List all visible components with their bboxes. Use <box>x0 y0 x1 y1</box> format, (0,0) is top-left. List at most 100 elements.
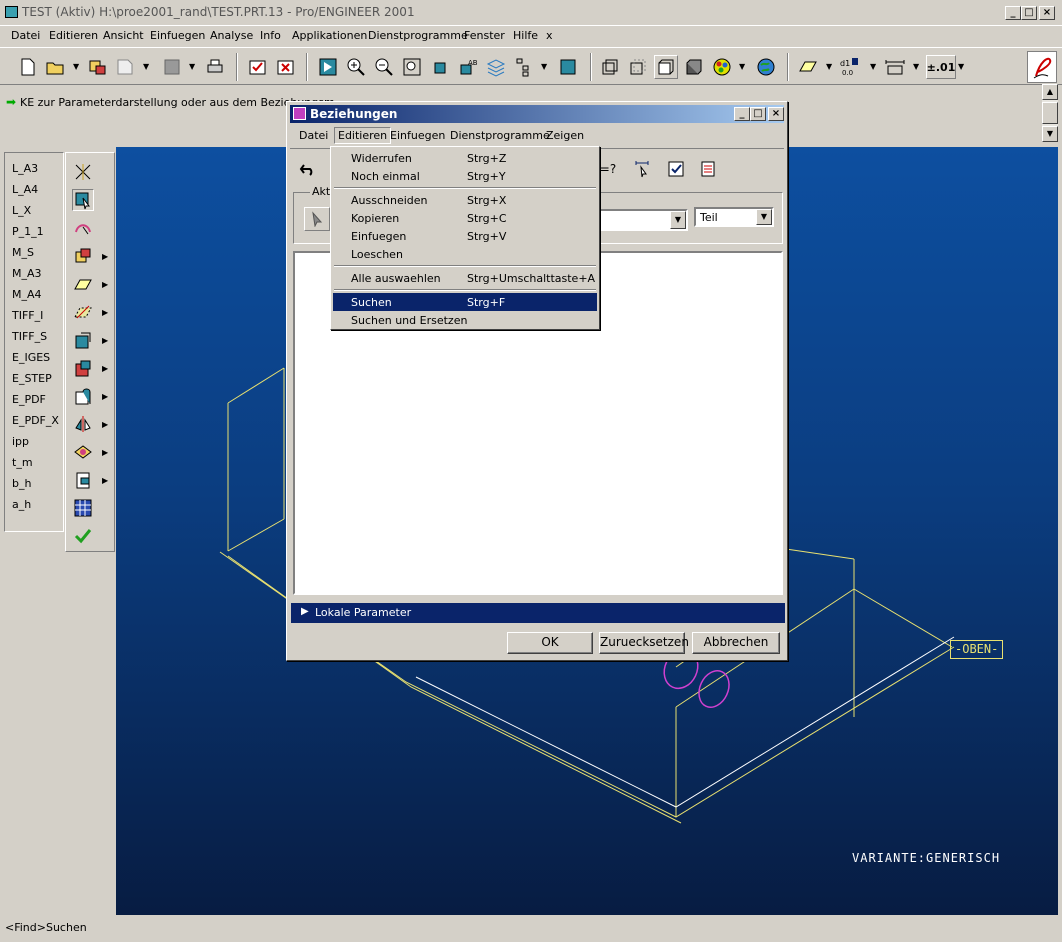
chevron-down-icon[interactable]: ▼ <box>756 209 772 225</box>
scroll-down-icon[interactable]: ▼ <box>1042 126 1058 142</box>
chevron-right-icon[interactable]: ▶ <box>102 308 108 317</box>
tolerance-button[interactable]: ±.01 <box>926 55 956 79</box>
menu-applikationen[interactable]: Applikationen <box>292 29 367 42</box>
layers-icon[interactable] <box>484 55 508 79</box>
extrude-icon[interactable] <box>72 245 94 267</box>
chevron-right-icon[interactable]: ▶ <box>102 476 108 485</box>
no-hidden-icon[interactable] <box>654 55 678 79</box>
orient-icon[interactable] <box>316 55 340 79</box>
zoom-in-icon[interactable] <box>344 55 368 79</box>
menu-ansicht[interactable]: Ansicht <box>103 29 144 42</box>
mirror-icon[interactable] <box>72 413 94 435</box>
menu-item-find[interactable]: Suchen Strg+F <box>333 293 597 311</box>
dialog-menu-editieren[interactable]: Editieren <box>334 127 392 144</box>
chevron-right-icon[interactable]: ▶ <box>102 448 108 457</box>
save-icon[interactable] <box>160 55 184 79</box>
pattern-icon[interactable] <box>72 441 94 463</box>
chevron-down-icon[interactable]: ▼ <box>958 62 964 71</box>
maximize-button[interactable]: □ <box>1021 6 1037 20</box>
scroll-up-icon[interactable]: ▲ <box>1042 84 1058 100</box>
param-item[interactable]: E_STEP <box>12 372 52 385</box>
message-scrollbar[interactable]: ▲ ▼ <box>1042 84 1058 142</box>
menu-item-paste[interactable]: Einfuegen Strg+V <box>333 227 597 245</box>
param-item[interactable]: a_h <box>12 498 31 511</box>
datum-plane-icon[interactable] <box>796 55 820 79</box>
checkmark-icon[interactable] <box>72 525 94 547</box>
undo-icon[interactable] <box>296 157 320 181</box>
ok-button[interactable]: OK <box>507 632 593 654</box>
param-item[interactable]: P_1_1 <box>12 225 44 238</box>
plane-icon[interactable] <box>72 273 94 295</box>
sketch-icon[interactable] <box>72 217 94 239</box>
chevron-down-icon[interactable]: ▼ <box>739 62 745 71</box>
param-item[interactable]: TIFF_I <box>12 309 43 322</box>
chevron-right-icon[interactable]: ▶ <box>102 280 108 289</box>
erase-icon[interactable] <box>274 55 298 79</box>
param-item[interactable]: M_A4 <box>12 288 42 301</box>
dimension-icon[interactable] <box>883 55 907 79</box>
menu-item-cut[interactable]: Ausschneiden Strg+X <box>333 191 597 209</box>
chevron-right-icon[interactable]: ▶ <box>102 364 108 373</box>
type-select[interactable]: Teil ▼ <box>694 207 774 227</box>
menu-datei[interactable]: Datei <box>11 29 40 42</box>
menu-fenster[interactable]: Fenster <box>464 29 505 42</box>
chevron-down-icon[interactable]: ▼ <box>73 62 79 71</box>
new-file-icon[interactable] <box>16 55 40 79</box>
dialog-close-button[interactable]: × <box>768 107 784 121</box>
dialog-menu-zeigen[interactable]: Zeigen <box>546 129 584 142</box>
dialog-minimize-button[interactable]: _ <box>734 107 750 121</box>
chevron-down-icon[interactable]: ▼ <box>913 62 919 71</box>
round-icon[interactable] <box>72 357 94 379</box>
close-button[interactable]: × <box>1039 6 1055 20</box>
dialog-menu-dienstprogramme[interactable]: Dienstprogramme <box>450 129 550 142</box>
print-icon[interactable] <box>203 55 227 79</box>
hole-feature-icon[interactable] <box>72 329 94 351</box>
table-grid-icon[interactable] <box>72 497 94 519</box>
chevron-right-icon[interactable]: ▶ <box>102 420 108 429</box>
save-as-icon[interactable] <box>114 55 138 79</box>
curve-icon[interactable] <box>72 301 94 323</box>
dialog-menu-datei[interactable]: Datei <box>299 129 328 142</box>
menu-item-copy[interactable]: Kopieren Strg+C <box>333 209 597 227</box>
minimize-button[interactable]: _ <box>1005 6 1021 20</box>
context-object-field[interactable]: ▼ <box>594 209 688 231</box>
param-item[interactable]: E_PDF <box>12 393 46 406</box>
chevron-down-icon[interactable]: ▼ <box>870 62 876 71</box>
model-tree-icon[interactable] <box>512 55 536 79</box>
menu-analyse[interactable]: Analyse <box>210 29 253 42</box>
param-item[interactable]: t_m <box>12 456 33 469</box>
saved-views-icon[interactable]: AB <box>456 55 480 79</box>
param-item[interactable]: L_X <box>12 204 31 217</box>
chevron-right-icon[interactable]: ▶ <box>102 392 108 401</box>
chevron-right-icon[interactable]: ▶ <box>102 252 108 261</box>
sort-relations-icon[interactable] <box>696 157 720 181</box>
dimension-display-icon[interactable]: d1 0.0 <box>838 55 862 79</box>
chevron-down-icon[interactable]: ▼ <box>189 62 195 71</box>
chevron-down-icon[interactable]: ▼ <box>826 62 832 71</box>
cancel-button[interactable]: Abbrechen <box>692 632 780 654</box>
chevron-down-icon[interactable]: ▼ <box>670 211 686 229</box>
param-item[interactable]: TIFF_S <box>12 330 47 343</box>
globe-icon[interactable] <box>754 55 778 79</box>
dialog-menu-einfuegen[interactable]: Einfuegen <box>390 129 445 142</box>
regenerate-icon[interactable] <box>246 55 270 79</box>
param-item[interactable]: L_A4 <box>12 183 38 196</box>
menu-x[interactable]: x <box>546 29 553 42</box>
datum-point-icon[interactable] <box>72 161 94 183</box>
chevron-right-icon[interactable]: ▶ <box>102 336 108 345</box>
menu-item-undo[interactable]: Widerrufen Strg+Z <box>333 149 597 167</box>
dimension-symbol-icon[interactable] <box>630 157 654 181</box>
menu-item-find-replace[interactable]: Suchen und Ersetzen <box>333 311 597 329</box>
menu-item-redo[interactable]: Noch einmal Strg+Y <box>333 167 597 185</box>
menu-editieren[interactable]: Editieren <box>49 29 98 42</box>
menu-einfuegen[interactable]: Einfuegen <box>150 29 205 42</box>
param-item[interactable]: ipp <box>12 435 29 448</box>
zoom-out-icon[interactable] <box>372 55 396 79</box>
shading-icon[interactable] <box>682 55 706 79</box>
menu-item-select-all[interactable]: Alle auswaehlen Strg+Umschalttaste+A <box>333 269 597 287</box>
wireframe-icon[interactable] <box>598 55 622 79</box>
menu-item-delete[interactable]: Loeschen <box>333 245 597 263</box>
menu-dienstprogramme[interactable]: Dienstprogramme <box>368 29 468 42</box>
scroll-thumb[interactable] <box>1042 102 1058 124</box>
hidden-line-icon[interactable] <box>626 55 650 79</box>
